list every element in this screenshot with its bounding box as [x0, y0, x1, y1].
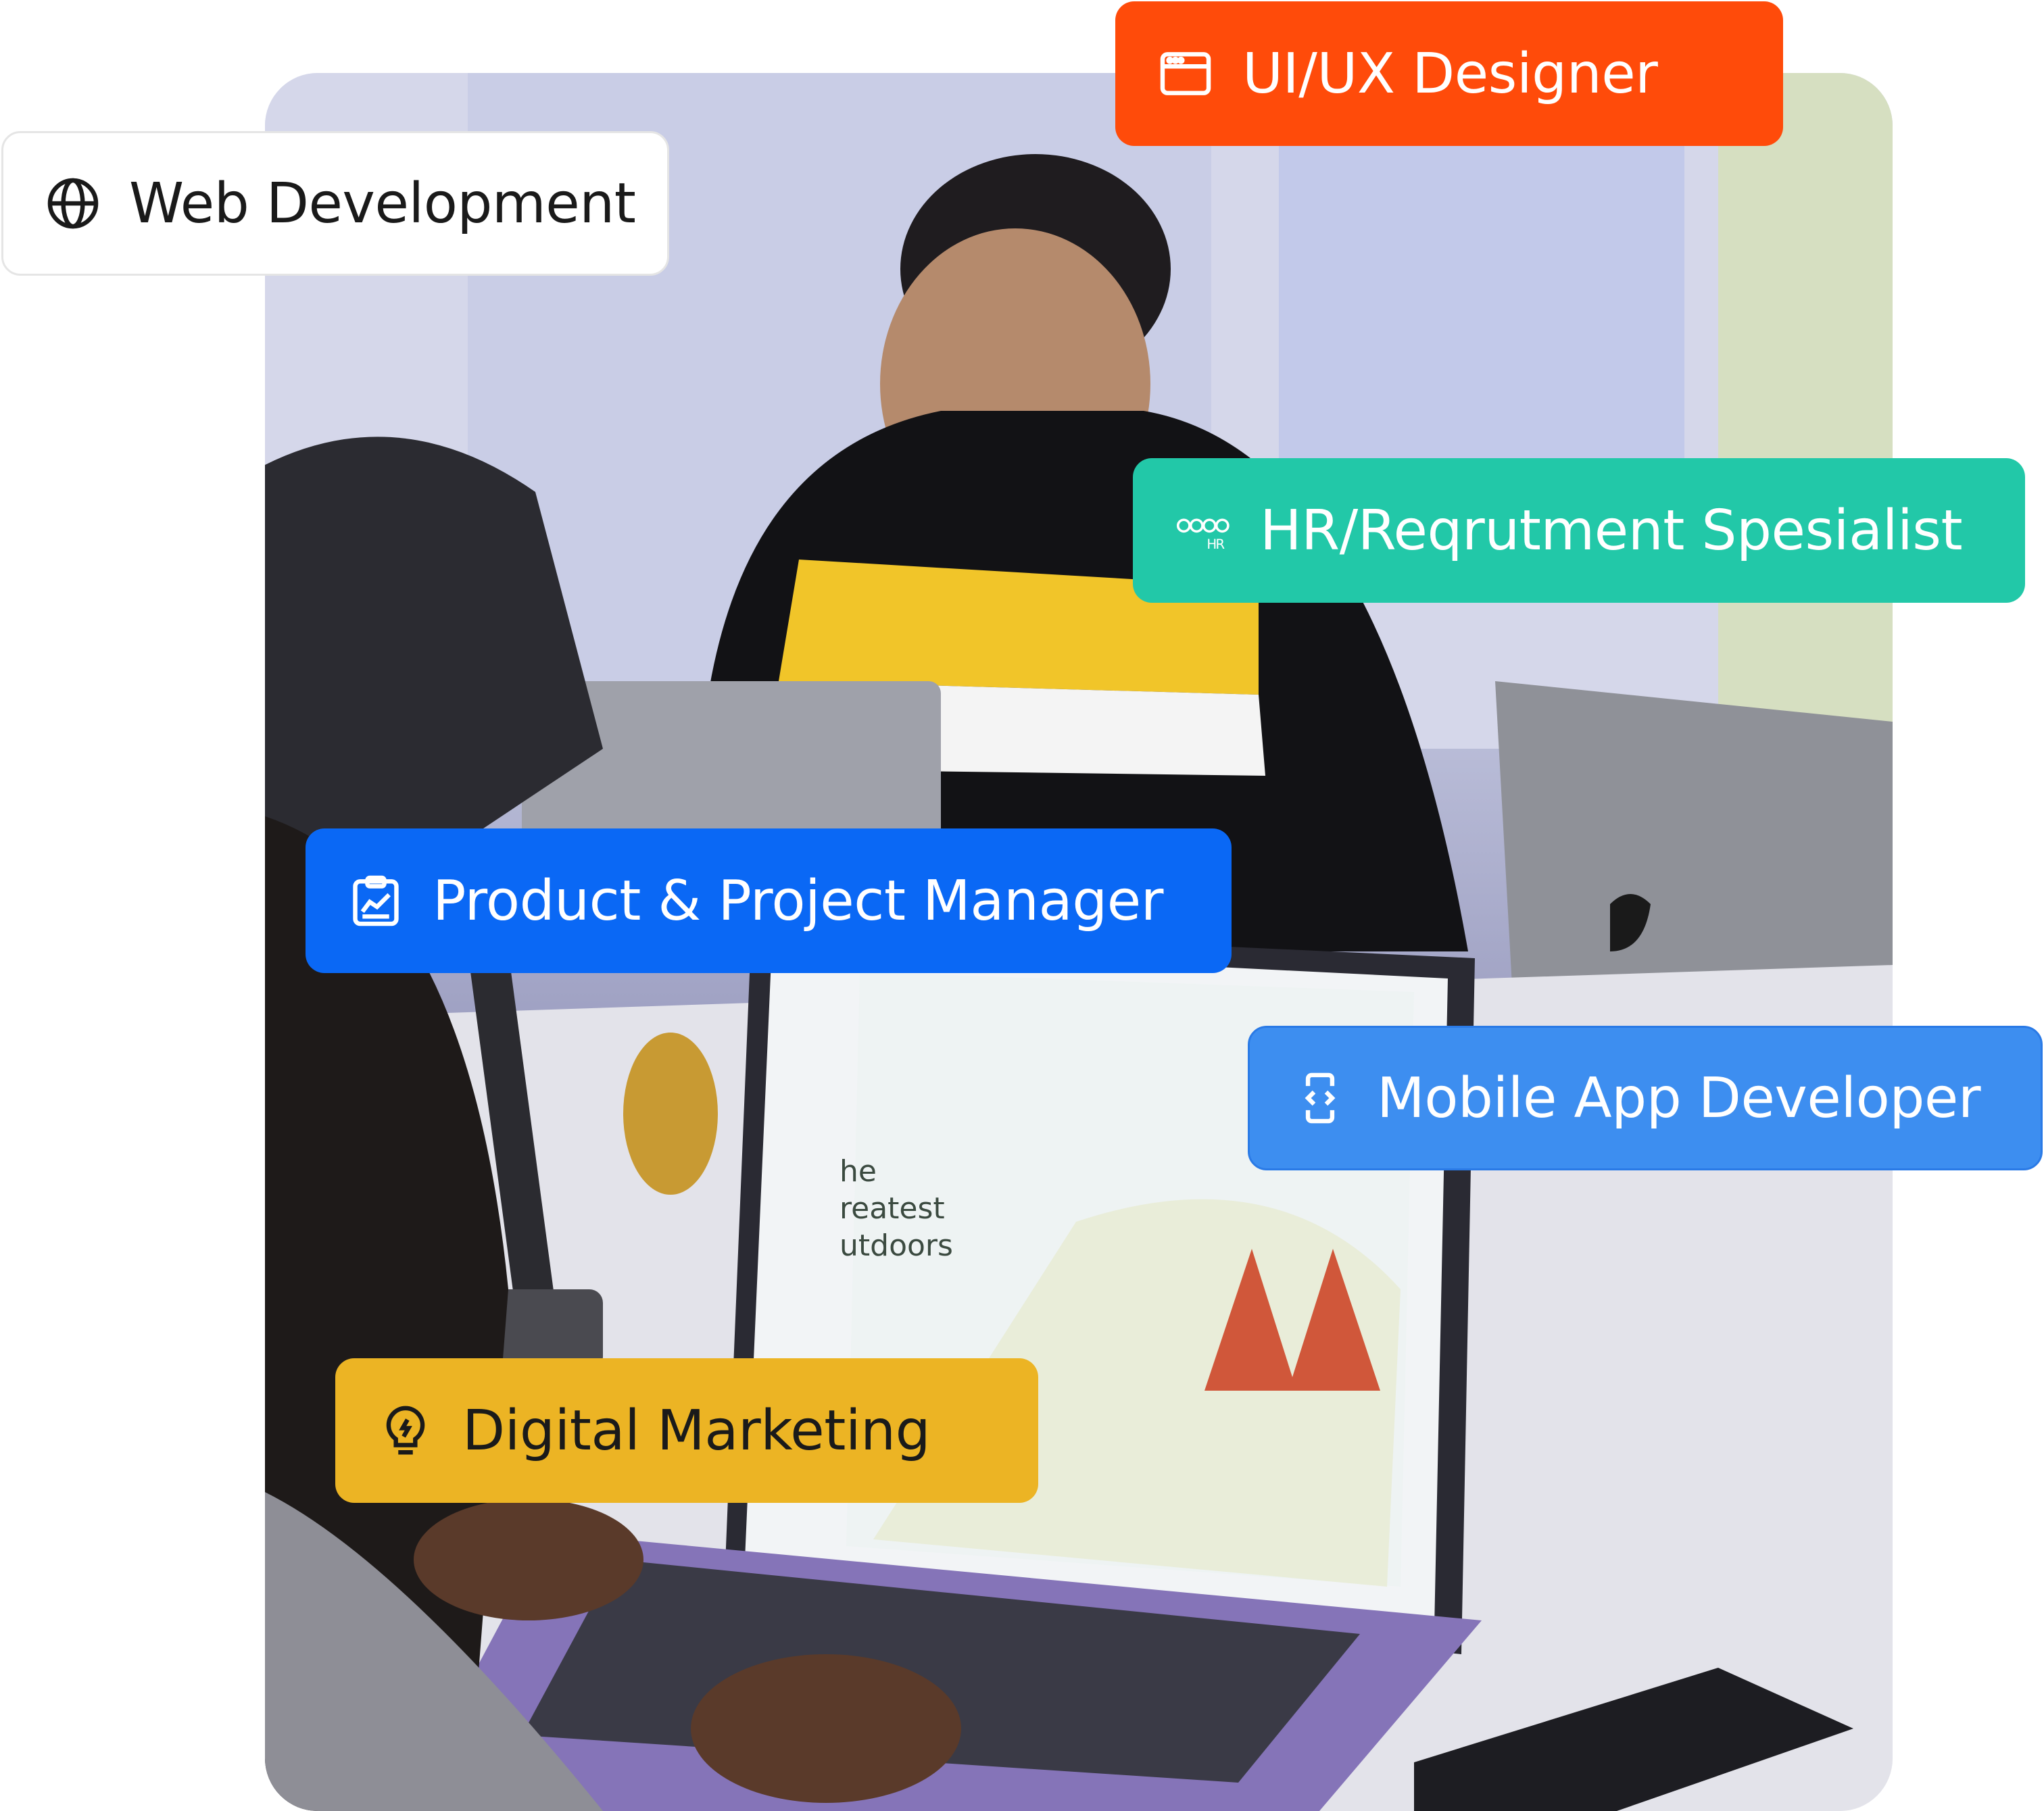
mobile-code-icon [1290, 1068, 1350, 1128]
uiux-designer-label: UI/UX Designer [1242, 41, 1658, 106]
web-development-label: Web Development [129, 171, 636, 236]
hr-specialist-label: HR/Reqrutment Spesialist [1260, 498, 1963, 563]
hr-team-icon: HR [1173, 501, 1233, 560]
screen-line-2: reatest [840, 1191, 945, 1226]
lightbulb-icon [376, 1401, 435, 1460]
screen-line-3: utdoors [840, 1229, 953, 1263]
browser-window-icon [1156, 44, 1215, 103]
web-development-chip[interactable]: Web Development [1, 131, 669, 276]
product-project-manager-chip[interactable]: Product & Project Manager [306, 828, 1232, 973]
digital-marketing-chip[interactable]: Digital Marketing [335, 1358, 1038, 1503]
mobile-app-developer-chip[interactable]: Mobile App Developer [1248, 1026, 2043, 1170]
hr-specialist-chip[interactable]: HR HR/Reqrutment Spesialist [1133, 458, 2025, 603]
clipboard-chart-icon [346, 871, 406, 931]
screen-line-1: he [840, 1154, 877, 1189]
digital-marketing-label: Digital Marketing [462, 1398, 931, 1463]
mobile-app-developer-label: Mobile App Developer [1377, 1066, 1981, 1131]
globe-icon [44, 174, 102, 233]
product-project-manager-label: Product & Project Manager [433, 868, 1163, 933]
hr-icon-text: HR [1207, 537, 1225, 552]
uiux-designer-chip[interactable]: UI/UX Designer [1115, 1, 1783, 146]
